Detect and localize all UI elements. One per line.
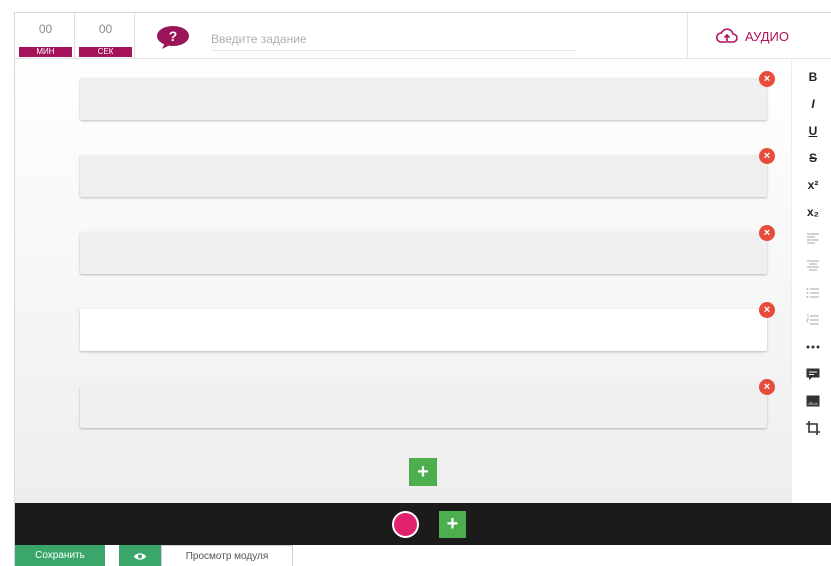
remove-answer-5-icon[interactable]: × [759, 379, 775, 395]
image-icon[interactable] [800, 390, 826, 412]
task-input[interactable] [211, 27, 575, 51]
align-left-icon[interactable] [800, 228, 826, 250]
format-toolbar: B I U S x² x₂ [791, 60, 831, 503]
add-answer-button[interactable]: + [409, 458, 437, 486]
answers-area: × × × × × + [15, 60, 791, 503]
save-button[interactable]: Сохранить [15, 545, 105, 566]
cloud-upload-icon [715, 28, 738, 43]
timer-seconds-unit: СЕК [79, 47, 132, 57]
bold-button[interactable]: B [800, 66, 826, 88]
superscript-button[interactable]: x² [800, 174, 826, 196]
crop-icon[interactable] [800, 417, 826, 439]
audio-label: АУДИО [744, 28, 790, 44]
top-bar: 00 МИН 00 СЕК ? АУДИО [15, 13, 831, 59]
timer-seconds[interactable]: 00 СЕК [77, 13, 135, 59]
editor-window: 00 МИН 00 СЕК ? АУДИО × × × × [14, 12, 831, 566]
strikethrough-button[interactable]: S [800, 147, 826, 169]
timer-minutes-value: 00 [38, 22, 53, 36]
remove-answer-3-icon[interactable]: × [759, 225, 775, 241]
audio-upload-button[interactable]: АУДИО [687, 13, 817, 59]
remove-answer-1-icon[interactable]: × [759, 71, 775, 87]
eye-toggle-button[interactable] [119, 545, 161, 566]
question-bubble-icon[interactable]: ? [155, 25, 191, 49]
timer-minutes-unit: МИН [19, 47, 72, 57]
underline-button[interactable]: U [800, 120, 826, 142]
more-options-icon[interactable] [800, 336, 826, 358]
add-item-button[interactable]: + [439, 511, 466, 538]
timer-seconds-value: 00 [98, 22, 113, 36]
svg-text:?: ? [169, 28, 178, 44]
remove-answer-2-icon[interactable]: × [759, 148, 775, 164]
subscript-button[interactable]: x₂ [800, 201, 826, 223]
numbered-list-icon[interactable] [800, 309, 826, 331]
align-center-icon[interactable] [800, 255, 826, 277]
record-button[interactable] [392, 511, 419, 538]
eye-icon [133, 552, 147, 560]
italic-button[interactable]: I [800, 93, 826, 115]
footer-bar: Сохранить Просмотр модуля [15, 545, 831, 566]
timer-minutes[interactable]: 00 МИН [17, 13, 75, 59]
answer-field-2[interactable] [80, 155, 767, 197]
remove-answer-4-icon[interactable]: × [759, 302, 775, 318]
tab-module-preview[interactable]: Просмотр модуля [161, 545, 293, 566]
bullet-list-icon[interactable] [800, 282, 826, 304]
answer-field-4[interactable] [80, 309, 767, 351]
comment-icon[interactable] [800, 363, 826, 385]
answer-field-5[interactable] [80, 386, 767, 428]
answer-field-1[interactable] [80, 78, 767, 120]
answer-field-3[interactable] [80, 232, 767, 274]
bottom-action-bar: + [15, 503, 831, 545]
